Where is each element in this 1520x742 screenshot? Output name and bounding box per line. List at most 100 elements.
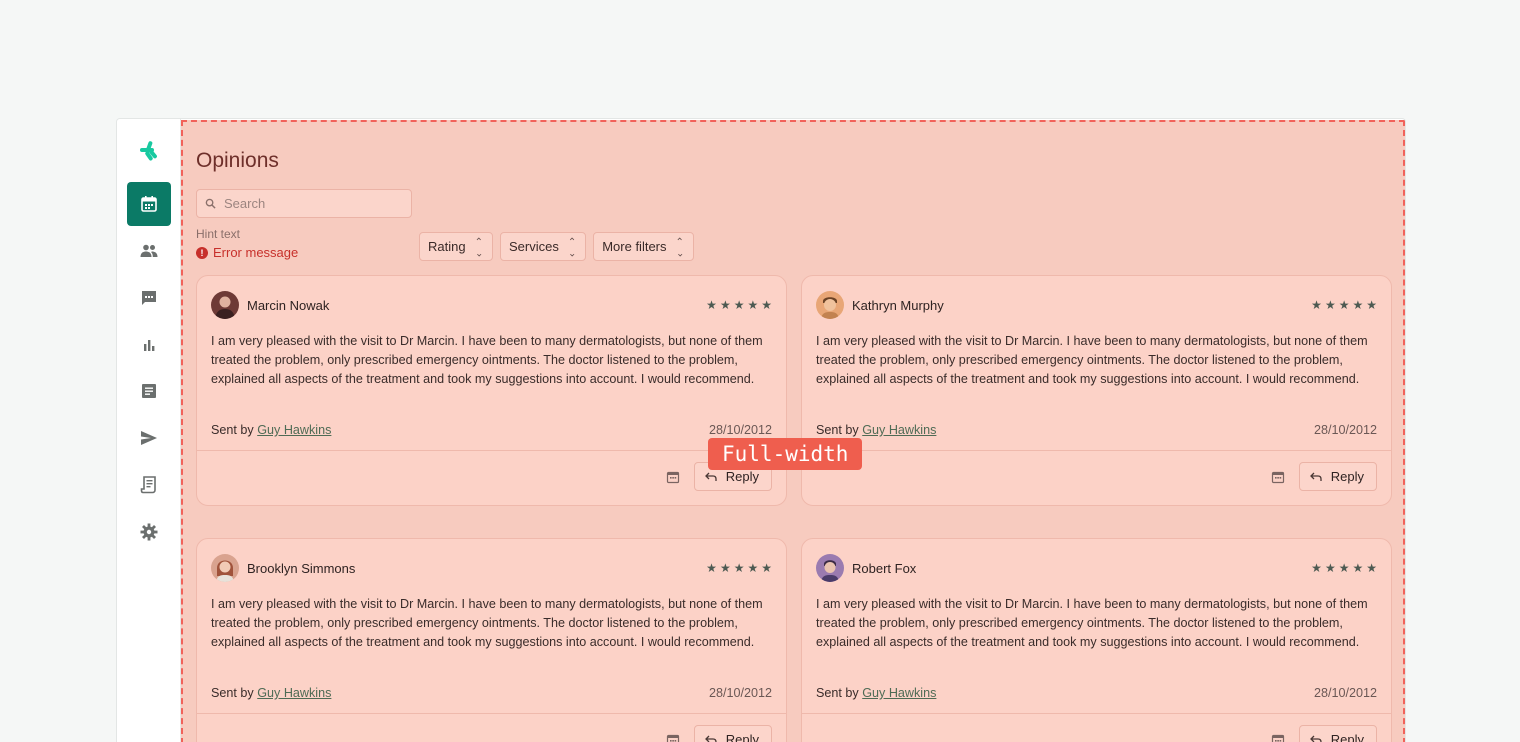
calendar-icon [141,196,157,212]
sidebar-item-patients[interactable] [127,229,171,273]
search-field[interactable] [196,189,412,218]
star-icon: ★ [1366,561,1377,575]
star-icon: ★ [747,561,759,575]
filter-label: More filters [602,239,667,254]
review-author: Kathryn Murphy [852,297,944,313]
people-icon [140,244,158,257]
calendar-icon[interactable] [666,470,680,484]
filter-label: Services [508,239,559,254]
calendar-icon[interactable] [1271,470,1285,484]
bar-chart-icon [144,340,155,351]
logo-icon [140,141,157,161]
star-icon: ★ [733,298,745,312]
reply-button[interactable]: Reply [1298,462,1377,491]
sidebar-item-calendar[interactable] [127,182,171,226]
sidebar-item-send[interactable] [127,416,171,460]
star-icon: ★ [719,561,731,575]
review-author: Robert Fox [852,560,917,576]
review-text: I am very pleased with the visit to Dr M… [211,597,763,649]
app-window: Opinions Hint text ! Error message Ratin… [116,118,1406,742]
star-icon: ★ [761,298,772,312]
review-author: Brooklyn Simmons [247,560,356,576]
review-text: I am very pleased with the visit to Dr M… [816,597,1368,649]
rating-stars: ★ ★ ★ ★ ★ [1311,561,1377,575]
review-date: 28/10/2012 [708,686,772,700]
star-icon: ★ [1352,298,1364,312]
sent-by-label: Sent by [211,686,254,700]
search-error: ! Error message [196,245,298,260]
avatar [816,291,844,319]
search-input[interactable] [224,196,404,211]
star-icon: ★ [1311,561,1322,575]
review-text: I am very pleased with the visit to Dr M… [211,334,763,386]
sender-link[interactable]: Guy Hawkins [862,423,936,437]
reply-icon [1309,735,1322,742]
star-icon: ★ [706,298,717,312]
review-card: Brooklyn Simmons ★ ★ ★ ★ ★ I am very pleased… [196,538,787,742]
star-icon: ★ [706,561,717,575]
page-title: Opinions [196,149,279,172]
sent-by-label: Sent by [816,423,859,437]
sidebar-item-settings[interactable] [127,510,171,554]
star-icon: ★ [1338,298,1350,312]
star-icon: ★ [1311,298,1322,312]
filter-label: Rating [428,239,466,254]
review-date: 28/10/2012 [1313,423,1377,437]
more-filters-button[interactable]: More filters ⌃ ⌃ [593,232,694,261]
sidebar [117,119,181,742]
avatar [816,554,844,582]
calendar-icon[interactable] [1271,733,1285,742]
reply-icon [704,472,717,481]
sender-link[interactable]: Guy Hawkins [257,423,331,437]
chevron-updown-icon: ⌃ ⌃ [474,236,483,257]
divider [197,450,786,451]
sidebar-item-invoices[interactable] [127,463,171,507]
document-icon [142,384,156,398]
divider [197,713,786,714]
rating-stars: ★ ★ ★ ★ ★ [1311,298,1377,312]
reply-label: Reply [1330,469,1364,484]
star-icon: ★ [1324,298,1336,312]
reply-icon [1309,472,1322,481]
reply-label: Reply [725,469,759,484]
search-hint: Hint text [196,227,241,241]
avatar [211,291,239,319]
sent-by-label: Sent by [211,423,254,437]
search-icon [205,198,216,209]
reply-button[interactable]: Reply [693,725,772,742]
star-icon: ★ [1366,298,1377,312]
error-message: Error message [213,245,299,260]
review-text: I am very pleased with the visit to Dr M… [816,334,1368,386]
sent-by: Sent by Guy Hawkins [211,423,331,437]
error-icon: ! [196,246,208,259]
full-width-annotation-tag: Full-width [708,438,863,470]
review-date: 28/10/2012 [1313,686,1377,700]
calendar-icon[interactable] [666,733,680,742]
review-card: Marcin Nowak ★ ★ ★ ★ ★ I am very pleased wit… [196,275,787,506]
sender-link[interactable]: Guy Hawkins [862,686,936,700]
rating-stars: ★ ★ ★ ★ ★ [706,298,772,312]
star-icon: ★ [733,561,745,575]
sidebar-item-statistics[interactable] [127,323,171,367]
sidebar-item-messages[interactable] [127,276,171,320]
invoice-icon [140,476,156,494]
filter-bar: Rating ⌃ ⌃ Services ⌃ ⌃ More filters ⌃ ⌃ [419,232,694,261]
sidebar-item-documents[interactable] [127,369,171,413]
review-card: Robert Fox ★ ★ ★ ★ ★ I am very pleased with … [801,538,1392,742]
sent-by: Sent by Guy Hawkins [211,686,331,700]
chat-icon [142,291,156,305]
review-date: 28/10/2012 [708,423,772,437]
sender-link[interactable]: Guy Hawkins [257,686,331,700]
divider [802,713,1391,714]
reply-button[interactable]: Reply [1298,725,1377,742]
services-filter[interactable]: Services ⌃ ⌃ [499,232,587,261]
reply-icon [704,735,717,742]
sent-by: Sent by Guy Hawkins [816,423,936,437]
rating-filter[interactable]: Rating ⌃ ⌃ [419,232,493,261]
reply-label: Reply [1330,732,1364,742]
star-icon: ★ [747,298,759,312]
divider [802,450,1391,451]
sent-by: Sent by Guy Hawkins [816,686,936,700]
avatar [211,554,239,582]
rating-stars: ★ ★ ★ ★ ★ [706,561,772,575]
